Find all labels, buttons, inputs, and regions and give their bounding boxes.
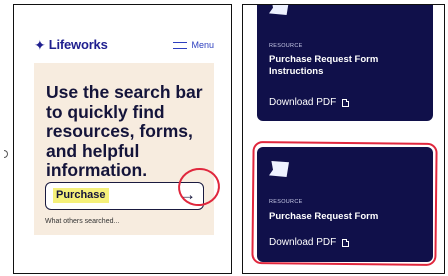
download-pdf-label: Download PDF xyxy=(269,97,337,108)
card-title[interactable]: Purchase Request Form Instructions xyxy=(269,54,425,78)
site-header: ✦ Lifeworks Menu xyxy=(34,35,214,55)
menu-button[interactable]: Menu xyxy=(173,35,214,55)
edge-bracket-mark xyxy=(4,150,8,158)
search-value: Purchase xyxy=(53,188,109,203)
resource-shape-icon xyxy=(269,5,289,15)
red-outline-annotation xyxy=(251,141,438,266)
card-type-label: RESOURCE xyxy=(269,43,303,49)
hamburger-menu-icon xyxy=(173,41,188,49)
hero-title: Use the search bar to quickly find resou… xyxy=(46,82,203,180)
logo-star-icon: ✦ xyxy=(34,37,46,53)
document-icon xyxy=(342,98,350,107)
resource-card[interactable]: RESOURCE Purchase Request Form Instructi… xyxy=(257,5,433,121)
search-hero: Use the search bar to quickly find resou… xyxy=(34,63,214,235)
right-screenshot-panel: RESOURCE Purchase Request Form Instructi… xyxy=(242,4,445,274)
search-hint-text: What others searched... xyxy=(45,218,120,225)
lifeworks-logo[interactable]: ✦ Lifeworks xyxy=(34,35,108,55)
left-screenshot-panel: ✦ Lifeworks Menu Use the search bar to q… xyxy=(13,4,232,274)
logo-text: Lifeworks xyxy=(48,37,108,52)
download-pdf-link[interactable]: Download PDF xyxy=(269,97,350,108)
menu-label: Menu xyxy=(191,40,214,50)
